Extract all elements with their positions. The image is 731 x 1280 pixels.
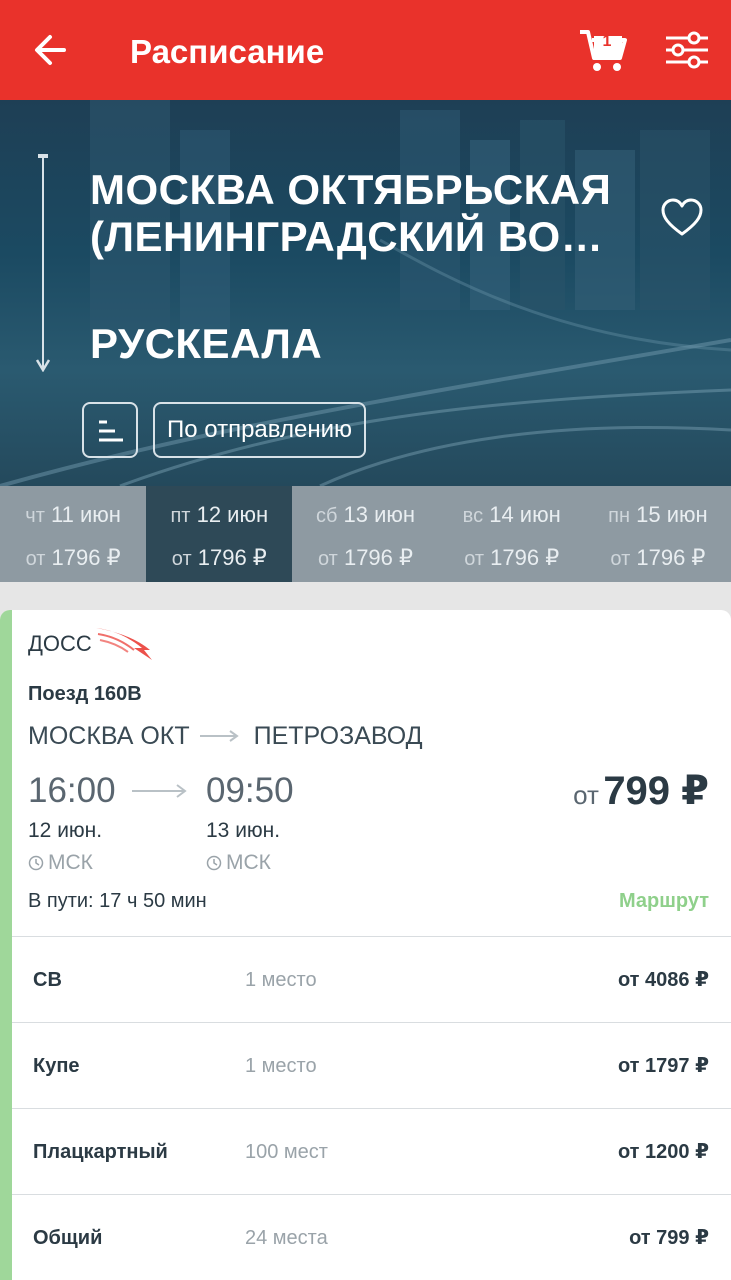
origin-station: МОСКВА ОКТЯБРЬСКАЯ (ЛЕНИНГРАДСКИЙ ВО… <box>90 166 612 260</box>
date-tab-price-prefix: от <box>25 548 46 570</box>
date-tab-weekday: пт <box>170 505 191 527</box>
route-arrow-icon <box>35 359 51 372</box>
train-card[interactable]: ДОСС Поезд 160В МОСКВА ОКТ ПЕТРОЗАВОД 16… <box>0 610 731 1280</box>
car-class-seats: 1 место <box>245 1055 317 1077</box>
arrival-date: 13 июн. <box>206 819 281 842</box>
arrow-right-icon <box>132 784 187 798</box>
date-tab-price-value: 1796 ₽ <box>636 545 706 570</box>
date-tab-day: 15 июн <box>636 502 708 527</box>
car-class-seats: 100 мест <box>245 1141 328 1163</box>
cart-count-badge: 1 <box>602 33 612 50</box>
date-tab[interactable]: вс 14 июн от 1796 ₽ <box>439 486 585 582</box>
car-class-price: от 1200 ₽ <box>617 1141 709 1163</box>
arrival-timezone: МСК <box>206 850 271 876</box>
date-tab-day: 14 июн <box>489 502 561 527</box>
date-tab-day: 13 июн <box>343 502 416 527</box>
card-accent-stripe <box>0 610 12 1280</box>
date-tab[interactable]: чт 11 июн от 1796 ₽ <box>0 486 146 582</box>
date-tab-date: сб 13 июн <box>292 502 438 529</box>
train-min-price: от 799 ₽ <box>573 768 709 814</box>
car-class-price: от 4086 ₽ <box>617 969 709 991</box>
departure-time: 16:00 <box>28 771 116 810</box>
date-tab-price: от 1796 ₽ <box>0 545 146 572</box>
car-class-list: СВ 1 место от 4086 ₽ Купе 1 место от 1797 ₽ Пл… <box>12 936 731 1280</box>
date-tab-price-prefix: от <box>317 548 338 570</box>
date-tab-date: пт 12 июн <box>146 502 292 529</box>
date-tab-date: чт 11 июн <box>0 502 146 529</box>
date-tab-date: вс 14 июн <box>439 502 585 529</box>
date-tab-price: от 1796 ₽ <box>439 545 585 572</box>
date-tab-price-value: 1796 ₽ <box>51 545 121 570</box>
sort-button[interactable] <box>82 402 138 458</box>
date-tab-price: от 1796 ₽ <box>292 545 438 572</box>
clock-icon <box>28 855 44 871</box>
price-value: 799 ₽ <box>603 769 709 813</box>
carrier-logo-icon <box>96 628 152 660</box>
date-tab-weekday: пн <box>608 505 631 527</box>
departure-timezone-label: МСК <box>48 851 93 874</box>
date-tab-price-prefix: от <box>464 548 485 570</box>
arrow-right-icon <box>199 730 239 742</box>
train-from-station: МОСКВА ОКТ <box>28 722 190 750</box>
route-hero: МОСКВА ОКТЯБРЬСКАЯ (ЛЕНИНГРАДСКИЙ ВО… РУ… <box>0 100 731 486</box>
date-tab-price-prefix: от <box>610 548 631 570</box>
car-class-name: Общий <box>33 1227 103 1249</box>
date-tab-day: 12 июн <box>196 502 269 527</box>
sort-icon <box>99 420 123 442</box>
train-route: МОСКВА ОКТ ПЕТРОЗАВОД <box>28 720 423 752</box>
car-class-price: от 1797 ₽ <box>617 1055 709 1077</box>
clock-icon <box>206 855 222 871</box>
travel-duration: В пути: 17 ч 50 мин <box>28 890 207 912</box>
car-class-row[interactable]: СВ 1 место от 4086 ₽ <box>12 936 731 1022</box>
date-tab-date: пн 15 июн <box>585 502 731 529</box>
car-class-row[interactable]: Плацкартный 100 мест от 1200 ₽ <box>12 1108 731 1194</box>
arrival-timezone-label: МСК <box>226 851 271 874</box>
train-number: Поезд 160В <box>28 683 142 705</box>
date-tab-weekday: вс <box>462 505 484 527</box>
date-tab-price: от 1796 ₽ <box>585 545 731 572</box>
car-class-price: от 799 ₽ <box>629 1227 709 1249</box>
car-class-name: Купе <box>33 1055 80 1077</box>
arrow-back-icon[interactable] <box>30 28 70 72</box>
destination-station: РУСКЕАЛА <box>90 320 323 367</box>
date-tab-day: 11 июн <box>51 502 121 527</box>
sort-by-departure-button[interactable]: По отправлению <box>153 402 366 458</box>
date-tab-price-value: 1796 ₽ <box>343 545 414 570</box>
page-title: Расписание <box>130 33 325 70</box>
heart-icon[interactable] <box>660 198 704 238</box>
date-tab[interactable]: пт 12 июн от 1796 ₽ <box>146 486 293 582</box>
date-tab[interactable]: пн 15 июн от 1796 ₽ <box>585 486 731 582</box>
app-bar: Расписание 1 <box>0 0 731 100</box>
car-class-name: СВ <box>33 969 62 991</box>
route-line <box>42 158 44 368</box>
date-tab-weekday: сб <box>315 505 338 527</box>
departure-date: 12 июн. <box>28 819 103 842</box>
date-tab-weekday: чт <box>25 505 45 527</box>
date-tab-price-value: 1796 ₽ <box>197 545 267 570</box>
car-class-row[interactable]: Купе 1 место от 1797 ₽ <box>12 1022 731 1108</box>
train-to-station: ПЕТРОЗАВОД <box>253 722 423 750</box>
filter-sliders-icon[interactable] <box>664 30 710 70</box>
arrival-time: 09:50 <box>206 771 294 810</box>
date-tab-price-prefix: от <box>171 548 192 570</box>
departure-timezone: МСК <box>28 850 93 876</box>
car-class-seats: 24 места <box>245 1227 328 1249</box>
car-class-name: Плацкартный <box>33 1141 168 1163</box>
car-class-seats: 1 место <box>245 969 317 991</box>
price-prefix: от <box>573 780 599 810</box>
date-tab[interactable]: сб 13 июн от 1796 ₽ <box>292 486 438 582</box>
date-selector: чт 11 июн от 1796 ₽ пт 12 июн от 1796 ₽ сб 1… <box>0 486 731 582</box>
route-link[interactable]: Маршрут <box>619 888 709 914</box>
car-class-row[interactable]: Общий 24 места от 799 ₽ <box>12 1194 731 1280</box>
date-tab-price-value: 1796 ₽ <box>490 545 560 570</box>
date-tab-price: от 1796 ₽ <box>146 545 292 572</box>
carrier-name: ДОСС <box>28 631 92 656</box>
